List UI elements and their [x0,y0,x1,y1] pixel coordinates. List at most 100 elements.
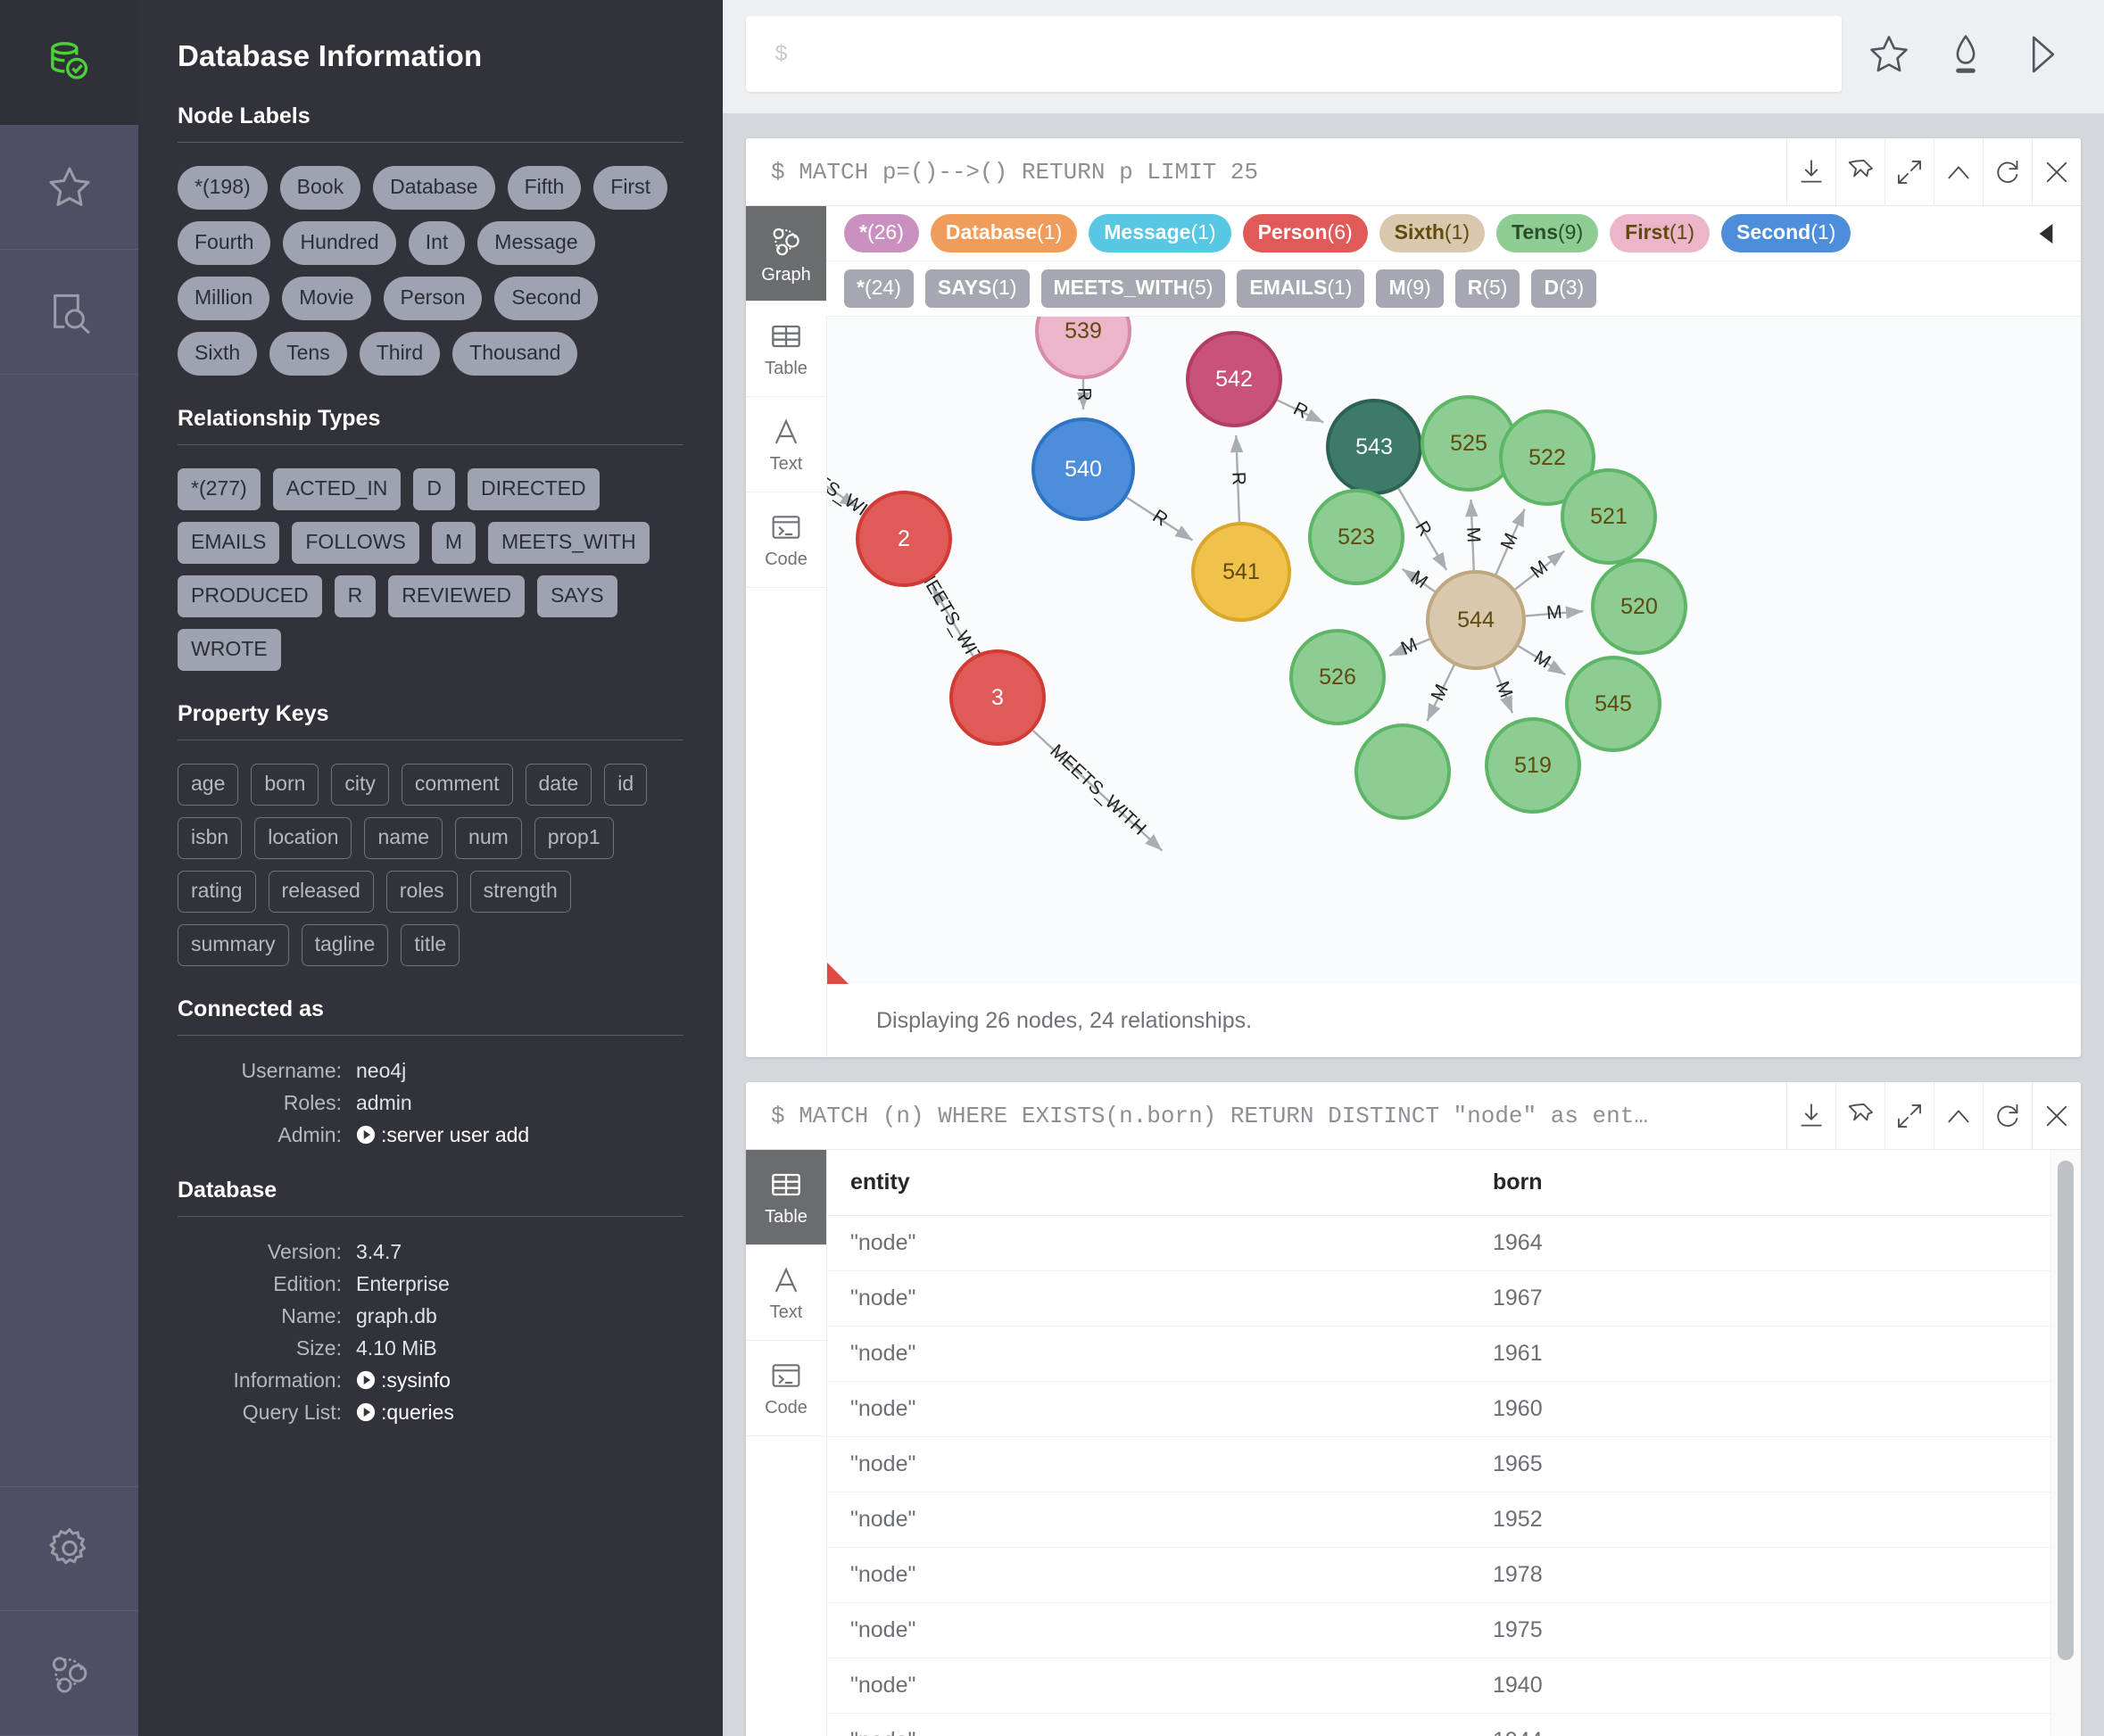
run-button[interactable] [2004,16,2081,92]
legend-rel-pill[interactable]: D(3) [1531,269,1597,308]
property-key-chip[interactable]: summary [178,924,289,966]
sysinfo-command[interactable]: :sysinfo [381,1368,451,1392]
graph-canvas[interactable]: R R R R R M M M M M M M M M MEETS_WITH MEETS_WITH MEETS_… [826,317,2081,984]
download-button[interactable] [1786,1082,1835,1149]
legend-node-pill[interactable]: Database(1) [930,214,1078,252]
relationship-type-chip[interactable]: FOLLOWS [292,522,419,564]
property-key-chip[interactable]: date [525,764,592,806]
property-key-chip[interactable]: num [455,817,522,859]
tab-code[interactable]: Code [746,492,826,588]
node-label-chip[interactable]: Message [477,221,595,265]
relationship-type-chip[interactable]: D [413,468,456,510]
node-label-chip[interactable]: Database [373,166,495,210]
legend-rel-pill[interactable]: MEETS_WITH(5) [1040,269,1226,308]
legend-node-pill[interactable]: Sixth(1) [1379,214,1486,252]
legend-node-pill[interactable]: First(1) [1610,214,1711,252]
node-label-chip[interactable]: Fourth [178,221,271,265]
node-label-chip[interactable]: Int [408,221,466,265]
relationship-type-chip[interactable]: *(277) [178,468,261,510]
tab-text[interactable]: Text [746,1245,826,1341]
fullscreen-button[interactable] [1884,138,1934,205]
property-key-chip[interactable]: id [604,764,648,806]
node-label-chip[interactable]: Sixth [178,332,258,376]
node-label-chip[interactable]: Book [279,166,361,210]
clear-button[interactable] [1927,16,2004,92]
table-row[interactable]: "node" 1978 [827,1547,2081,1603]
table-row[interactable]: "node" 1960 [827,1381,2081,1437]
sidebar-item-settings[interactable] [0,1486,138,1611]
node-label-chip[interactable]: Thousand [452,332,578,376]
table-row[interactable]: "node" 1965 [827,1436,2081,1492]
pin-button[interactable] [1835,1082,1884,1149]
table-row[interactable]: "node" 1940 [827,1657,2081,1714]
legend-node-pill[interactable]: Second(1) [1721,214,1851,252]
relationship-type-chip[interactable]: SAYS [536,575,617,617]
column-header-entity[interactable]: entity [827,1150,1470,1216]
tab-code[interactable]: Code [746,1341,826,1436]
relationship-type-chip[interactable]: R [334,575,377,617]
column-header-born[interactable]: born [1470,1150,2081,1216]
node-label-chip[interactable]: First [593,166,668,210]
pin-button[interactable] [1835,138,1884,205]
legend-node-pill[interactable]: Person(6) [1242,214,1368,252]
node-label-chip[interactable]: Person [383,277,483,320]
table-row[interactable]: "node" 1961 [827,1326,2081,1382]
close-button[interactable] [2032,1082,2081,1149]
relationship-type-chip[interactable]: M [431,522,476,564]
node-label-chip[interactable]: Second [494,277,599,320]
property-key-chip[interactable]: comment [401,764,513,806]
node-label-chip[interactable]: Fifth [507,166,582,210]
table-row[interactable]: "node" 1975 [827,1602,2081,1658]
query-editor[interactable]: $ [746,16,1842,92]
legend-collapse-button[interactable] [2020,222,2072,245]
legend-rel-pill[interactable]: R(5) [1454,269,1520,308]
tab-graph[interactable]: Graph [746,206,826,302]
node-label-chip[interactable]: *(198) [178,166,268,210]
relationship-type-chip[interactable]: REVIEWED [388,575,525,617]
legend-node-pill[interactable]: *(26) [844,214,919,252]
table-row[interactable]: "node" 1964 [827,1215,2081,1271]
legend-rel-pill[interactable]: EMAILS(1) [1237,269,1365,308]
favorite-button[interactable] [1851,16,1927,92]
relationship-type-chip[interactable]: MEETS_WITH [488,522,650,564]
legend-rel-pill[interactable]: SAYS(1) [924,269,1030,308]
node-label-chip[interactable]: Movie [282,277,371,320]
close-button[interactable] [2032,138,2081,205]
relationship-type-chip[interactable]: DIRECTED [468,468,600,510]
download-button[interactable] [1786,138,1835,205]
sidebar-item-about[interactable] [0,1611,138,1736]
collapse-button[interactable] [1934,138,1983,205]
legend-rel-pill[interactable]: M(9) [1376,269,1444,308]
table-scrollbar-thumb[interactable] [2058,1161,2074,1660]
table-row[interactable]: "node" 1952 [827,1492,2081,1548]
property-key-chip[interactable]: age [178,764,239,806]
legend-rel-pill[interactable]: *(24) [844,269,914,308]
table-frame-query[interactable]: $ MATCH (n) WHERE EXISTS(n.born) RETURN … [746,1082,1786,1149]
legend-node-pill[interactable]: Message(1) [1089,214,1231,252]
node-label-chip[interactable]: Third [359,332,441,376]
tab-table[interactable]: Table [746,1150,826,1245]
graph-node[interactable] [1354,723,1451,820]
collapse-button[interactable] [1934,1082,1983,1149]
relationship-type-chip[interactable]: EMAILS [178,522,280,564]
rerun-button[interactable] [1983,138,2032,205]
property-key-chip[interactable]: born [251,764,319,806]
property-key-chip[interactable]: city [331,764,389,806]
node-label-chip[interactable]: Hundred [283,221,396,265]
property-key-chip[interactable]: released [268,871,374,913]
legend-node-pill[interactable]: Tens(9) [1496,214,1599,252]
table-row[interactable]: "node"1944 [827,1713,2081,1736]
tab-table[interactable]: Table [746,302,826,397]
property-key-chip[interactable]: isbn [178,817,243,859]
table-row[interactable]: "node" 1967 [827,1270,2081,1327]
property-key-chip[interactable]: roles [385,871,458,913]
graph-frame-query[interactable]: $ MATCH p=()-->() RETURN p LIMIT 25 [746,138,1786,205]
tab-text[interactable]: Text [746,397,826,492]
server-user-add-command[interactable]: :server user add [381,1123,529,1146]
property-key-chip[interactable]: title [401,924,460,966]
property-key-chip[interactable]: strength [469,871,571,913]
property-key-chip[interactable]: location [254,817,352,859]
property-key-chip[interactable]: tagline [301,924,389,966]
property-key-chip[interactable]: name [364,817,443,859]
relationship-type-chip[interactable]: PRODUCED [178,575,322,617]
